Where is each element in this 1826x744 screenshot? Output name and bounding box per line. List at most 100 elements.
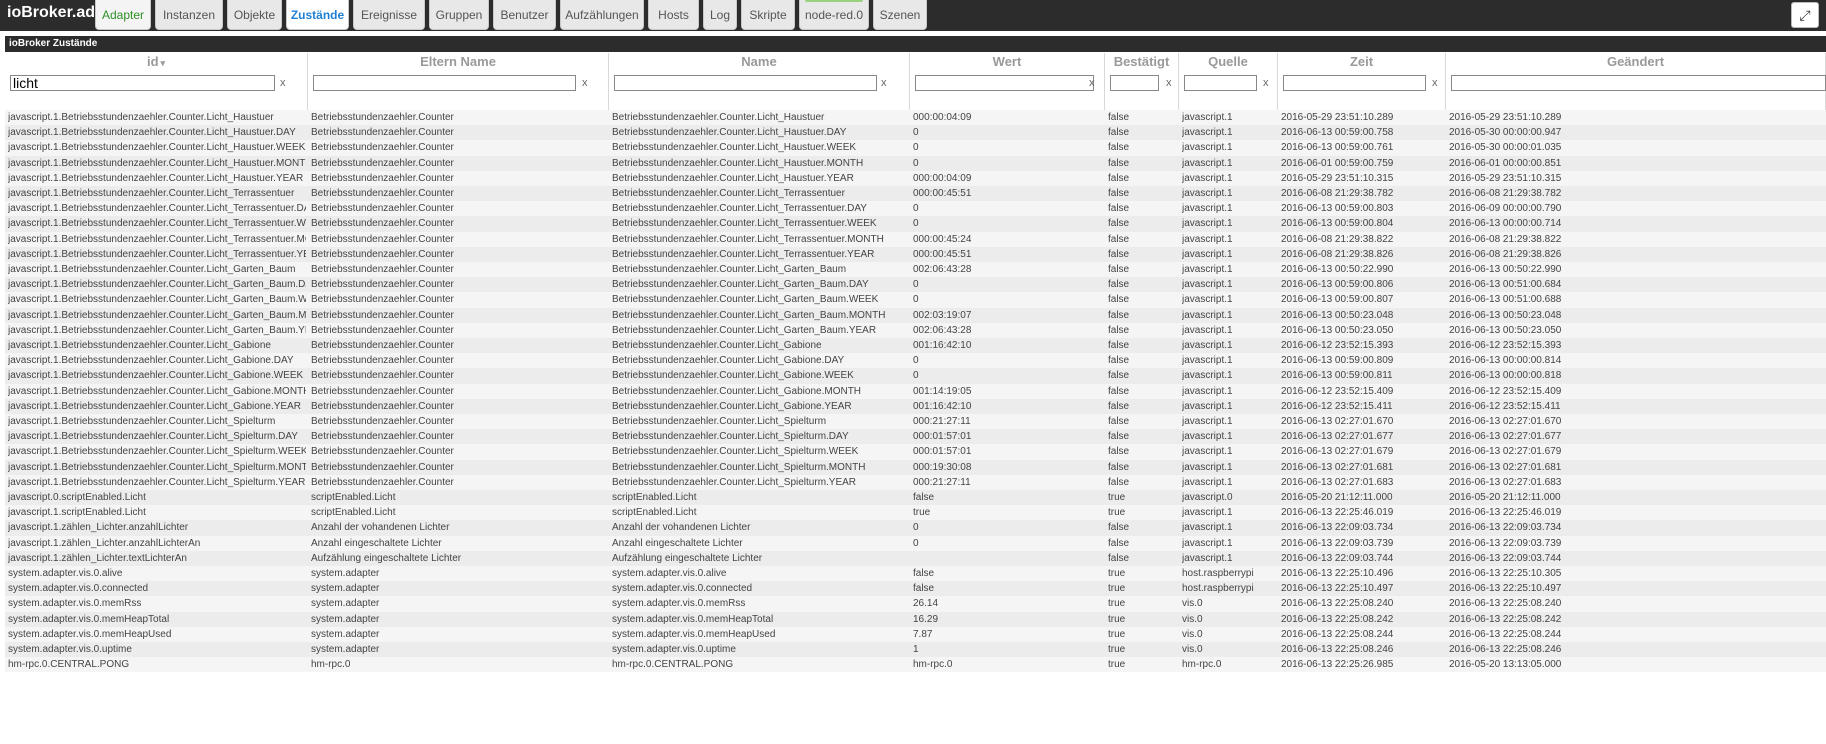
clear-filter-icon[interactable]: x (582, 77, 588, 89)
cell-changed: 2016-06-13 22:25:08.240 (1449, 598, 1562, 610)
table-row[interactable]: javascript.1.zählen_Lichter.textLichterA… (5, 550, 1826, 566)
table-row[interactable]: hm-rpc.0.CENTRAL.PONG hm-rpc.0 hm-rpc.0.CE… (5, 657, 1826, 673)
column-header-bestätigt[interactable]: Bestätigt x (1105, 53, 1179, 110)
clear-filter-icon[interactable]: x (280, 77, 286, 89)
clear-filter-icon[interactable]: x (1166, 77, 1172, 89)
cell-id: javascript.1.Betriebsstundenzaehler.Coun… (8, 172, 304, 184)
table-row[interactable]: system.adapter.vis.0.memHeapUsed system.a… (5, 626, 1826, 642)
tab-objekte[interactable]: Objekte (227, 0, 282, 30)
filter-input-eltern-name[interactable] (313, 75, 576, 91)
table-row[interactable]: javascript.1.Betriebsstundenzaehler.Coun… (5, 292, 1826, 308)
filter-input-zeit[interactable] (1283, 75, 1426, 91)
column-header-quelle[interactable]: Quelle x (1179, 53, 1278, 110)
table-row[interactable]: system.adapter.vis.0.alive system.adapter… (5, 566, 1826, 582)
cell-ack: false (1108, 127, 1130, 139)
table-row[interactable]: javascript.1.Betriebsstundenzaehler.Coun… (5, 338, 1826, 354)
table-row[interactable]: javascript.1.Betriebsstundenzaehler.Coun… (5, 125, 1826, 141)
filter-input-geändert[interactable] (1451, 75, 1826, 91)
clear-filter-icon[interactable]: x (1089, 77, 1095, 89)
table-row[interactable]: javascript.1.Betriebsstundenzaehler.Coun… (5, 383, 1826, 399)
tab-instanzen[interactable]: Instanzen (155, 0, 223, 30)
table-row[interactable]: javascript.1.zählen_Lichter.anzahlLichte… (5, 535, 1826, 551)
column-header-zeit[interactable]: Zeit x (1278, 53, 1446, 110)
cell-parent-name: Betriebsstundenzaehler.Counter (311, 279, 454, 291)
table-row[interactable]: javascript.1.Betriebsstundenzaehler.Coun… (5, 474, 1826, 490)
table-row[interactable]: javascript.1.Betriebsstundenzaehler.Coun… (5, 246, 1826, 262)
filter-input-bestätigt[interactable] (1110, 75, 1159, 91)
clear-filter-icon[interactable]: x (1432, 77, 1438, 89)
table-row[interactable]: javascript.0.scriptEnabled.Licht scriptEn… (5, 490, 1826, 506)
table-row[interactable]: javascript.1.Betriebsstundenzaehler.Coun… (5, 231, 1826, 247)
table-row[interactable]: javascript.1.Betriebsstundenzaehler.Coun… (5, 140, 1826, 156)
column-title[interactable]: Wert (910, 54, 1104, 69)
tab-ereignisse[interactable]: Ereignisse (353, 0, 425, 30)
tab-hosts[interactable]: Hosts (648, 0, 699, 30)
tab-aufzählungen[interactable]: Aufzählungen (560, 0, 644, 30)
column-header-name[interactable]: Name x (609, 53, 910, 110)
table-row[interactable]: javascript.1.zählen_Lichter.anzahlLichte… (5, 520, 1826, 536)
table-row[interactable]: system.adapter.vis.0.connected system.ada… (5, 581, 1826, 597)
table-row[interactable]: javascript.1.Betriebsstundenzaehler.Coun… (5, 201, 1826, 217)
table-row[interactable]: javascript.1.Betriebsstundenzaehler.Coun… (5, 170, 1826, 186)
cell-changed: 2016-06-13 22:09:03.744 (1449, 552, 1562, 564)
column-title[interactable]: Quelle (1179, 54, 1277, 69)
column-title[interactable]: Bestätigt (1105, 54, 1178, 69)
tab-node-red-0[interactable]: node-red.0 (799, 0, 869, 30)
cell-changed: 2016-06-13 22:09:03.739 (1449, 537, 1562, 549)
table-row[interactable]: javascript.1.Betriebsstundenzaehler.Coun… (5, 110, 1826, 126)
cell-value: 0 (913, 157, 919, 169)
tab-log[interactable]: Log (703, 0, 737, 30)
table-row[interactable]: javascript.1.Betriebsstundenzaehler.Coun… (5, 186, 1826, 202)
table-row[interactable]: javascript.1.Betriebsstundenzaehler.Coun… (5, 444, 1826, 460)
column-title[interactable]: Geändert (1446, 54, 1825, 69)
table-row[interactable]: javascript.1.Betriebsstundenzaehler.Coun… (5, 307, 1826, 323)
expand-icon[interactable]: ⤢ (1791, 2, 1819, 28)
cell-value: 000:00:45:51 (913, 248, 972, 260)
column-header-geändert[interactable]: Geändert (1446, 53, 1826, 110)
cell-parent-name: Betriebsstundenzaehler.Counter (311, 340, 454, 351)
cell-name: system.adapter.vis.0.alive (612, 568, 727, 579)
table-row[interactable]: system.adapter.vis.0.memRss system.adapte… (5, 596, 1826, 612)
table-row[interactable]: javascript.1.Betriebsstundenzaehler.Coun… (5, 155, 1826, 171)
tab-zustände[interactable]: Zustände (286, 0, 349, 30)
column-title[interactable]: Eltern Name (308, 54, 608, 69)
clear-filter-icon[interactable]: x (881, 77, 887, 89)
table-row[interactable]: javascript.1.Betriebsstundenzaehler.Coun… (5, 398, 1826, 414)
table-row[interactable]: system.adapter.vis.0.memHeapTotal system.… (5, 611, 1826, 627)
table-row[interactable]: system.adapter.vis.0.uptime system.adapte… (5, 642, 1826, 658)
cell-id: javascript.1.Betriebsstundenzaehler.Coun… (8, 324, 306, 336)
column-title[interactable]: id ▾ (5, 54, 307, 69)
table-row[interactable]: javascript.1.Betriebsstundenzaehler.Coun… (5, 216, 1826, 232)
tab-adapter[interactable]: Adapter (95, 0, 151, 30)
cell-changed: 2016-06-13 00:50:23.048 (1449, 309, 1562, 321)
cell-time: 2016-06-13 22:25:10.497 (1281, 583, 1394, 595)
cell-parent-name: Betriebsstundenzaehler.Counter (311, 370, 454, 382)
tab-benutzer[interactable]: Benutzer (493, 0, 556, 30)
filter-input-wert[interactable] (915, 75, 1094, 91)
filter-input-quelle[interactable] (1184, 75, 1257, 91)
table-row[interactable]: javascript.1.Betriebsstundenzaehler.Coun… (5, 368, 1826, 384)
tab-szenen[interactable]: Szenen (873, 0, 927, 30)
cell-name: Betriebsstundenzaehler.Counter.Licht_Spi… (612, 461, 866, 473)
column-header-id[interactable]: id▾ x (5, 53, 308, 110)
tab-gruppen[interactable]: Gruppen (429, 0, 489, 30)
table-row[interactable]: javascript.1.Betriebsstundenzaehler.Coun… (5, 459, 1826, 475)
table-row[interactable]: javascript.1.Betriebsstundenzaehler.Coun… (5, 353, 1826, 369)
tab-skripte[interactable]: Skripte (741, 0, 795, 30)
filter-input-name[interactable] (614, 75, 877, 91)
table-row[interactable]: javascript.1.Betriebsstundenzaehler.Coun… (5, 262, 1826, 278)
column-header-wert[interactable]: Wert x (910, 53, 1105, 110)
table-row[interactable]: javascript.1.Betriebsstundenzaehler.Coun… (5, 277, 1826, 293)
sort-arrow-icon[interactable]: ▾ (161, 58, 166, 68)
column-title[interactable]: Name (609, 54, 909, 69)
cell-time: 2016-06-13 00:59:00.803 (1281, 203, 1394, 215)
table-row[interactable]: javascript.1.Betriebsstundenzaehler.Coun… (5, 414, 1826, 430)
column-title[interactable]: Zeit (1278, 54, 1445, 69)
table-row[interactable]: javascript.1.Betriebsstundenzaehler.Coun… (5, 429, 1826, 445)
cell-source: javascript.1 (1182, 309, 1233, 321)
column-header-eltern-name[interactable]: Eltern Name x (308, 53, 609, 110)
table-row[interactable]: javascript.1.scriptEnabled.Licht scriptEn… (5, 505, 1826, 521)
clear-filter-icon[interactable]: x (1263, 77, 1269, 89)
table-row[interactable]: javascript.1.Betriebsstundenzaehler.Coun… (5, 322, 1826, 338)
filter-input-id[interactable] (10, 75, 275, 91)
